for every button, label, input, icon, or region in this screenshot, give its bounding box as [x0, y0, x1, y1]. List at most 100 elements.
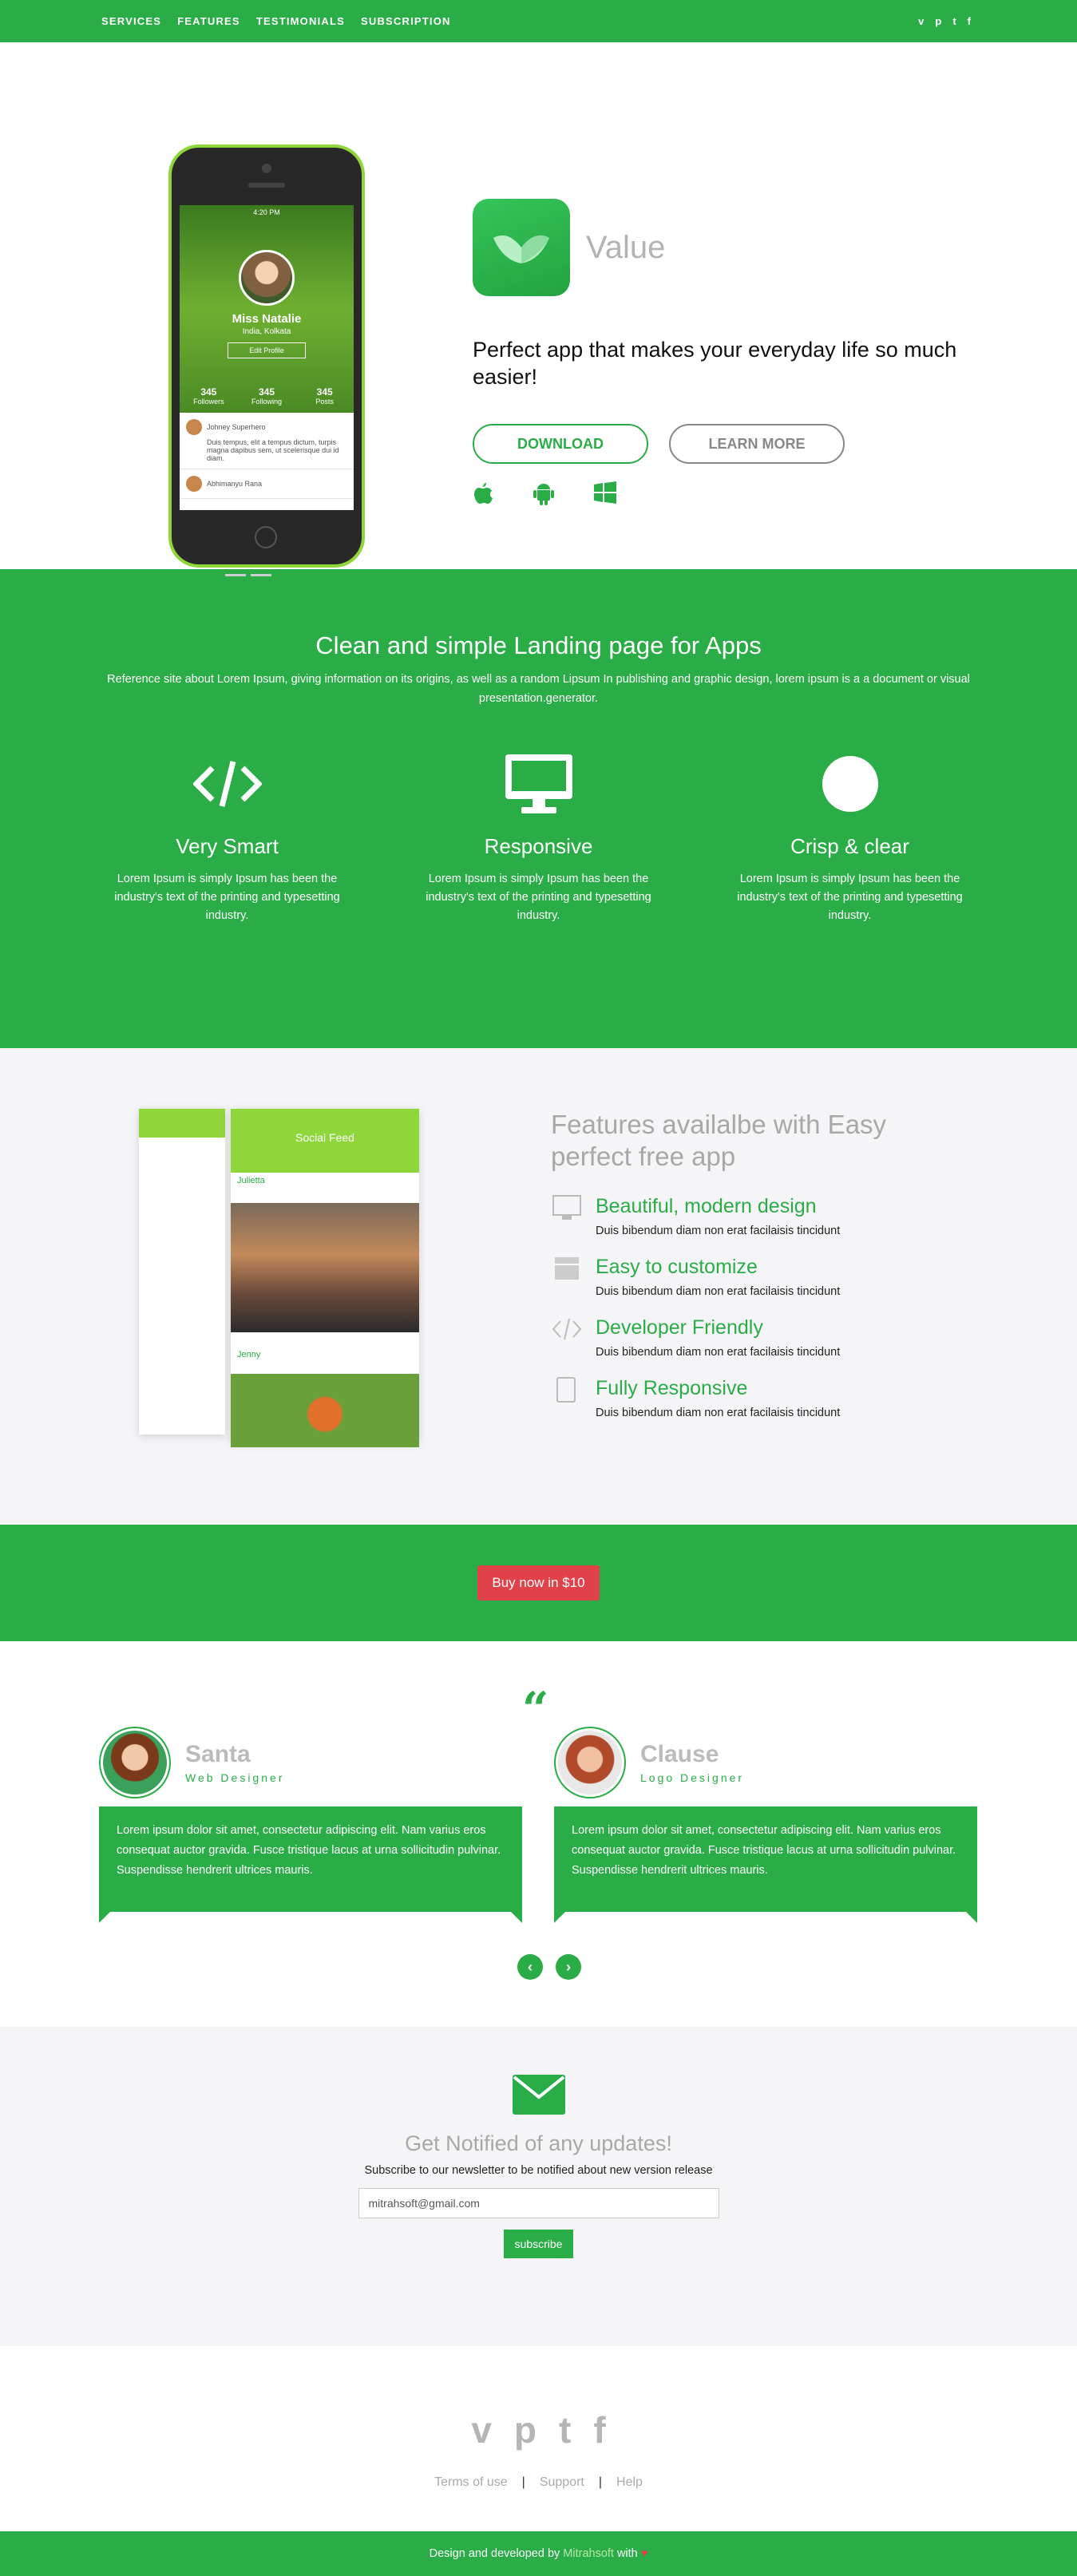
profile-avatar: [239, 250, 295, 306]
testimonials-section: “ Santa Web Designer Lorem ipsum dolor si…: [0, 1641, 1077, 2027]
social-feed-mockup: Social Feed Julietta Jenny: [231, 1109, 419, 1447]
mock-title: Social Feed: [231, 1109, 419, 1173]
phone-mockup: 4:20 PM Miss Natalie India, Kolkata Edit…: [168, 144, 365, 568]
features-title: Clean and simple Landing page for Apps: [315, 631, 762, 659]
feature-item: Fully Responsive Duis bibendum diam non e…: [551, 1377, 934, 1419]
windows-icon[interactable]: [594, 481, 616, 511]
feature-text: Lorem Ipsum is simply Ipsum has been the…: [426, 873, 651, 922]
testimonial-name: Clause: [640, 1741, 719, 1767]
testimonial-card: Santa Web Designer Lorem ipsum dolor sit …: [99, 1724, 522, 1923]
stat-posts: 345 Posts: [315, 386, 334, 406]
feature-responsive: Responsive Lorem Ipsum is simply Ipsum h…: [407, 748, 671, 925]
feed-post: Johney Superhero Duis tempus, elit a tem…: [180, 413, 354, 469]
feature-item-title: Developer Friendly: [596, 1316, 763, 1339]
feature-item-text: Duis bibendum diam non erat facilaisis t…: [596, 1407, 841, 1419]
email-field[interactable]: [358, 2188, 719, 2218]
archive-icon: [551, 1256, 583, 1283]
link-separator: |: [521, 2475, 525, 2489]
nav-features[interactable]: FEATURES: [177, 15, 240, 27]
post-avatar: [186, 419, 202, 435]
heart-icon: ♥: [640, 2547, 648, 2560]
newsletter-title: Get Notified of any updates!: [405, 2131, 672, 2155]
testimonial-card: Clause Logo Designer Lorem ipsum dolor si…: [554, 1724, 977, 1923]
phone-screen: 4:20 PM Miss Natalie India, Kolkata Edit…: [180, 205, 354, 510]
feature-title: Responsive: [484, 834, 593, 858]
stat-following: 345 Following: [251, 386, 283, 406]
hero-section: 4:20 PM Miss Natalie India, Kolkata Edit…: [0, 42, 1077, 579]
mountain-image: [231, 1203, 419, 1332]
prev-arrow-icon[interactable]: ‹: [517, 1954, 543, 1980]
feature-text: Lorem Ipsum is simply Ipsum has been the…: [114, 873, 340, 922]
features-section: Clean and simple Landing page for Apps R…: [0, 569, 1077, 1048]
brand-link[interactable]: Mitrahsoft: [563, 2547, 614, 2560]
avatar: [554, 1727, 626, 1798]
support-link[interactable]: Support: [540, 2475, 584, 2489]
monitor-icon: [407, 748, 671, 820]
nav-menu: SERVICES FEATURES TESTIMONIALS SUBSCRIPT…: [101, 15, 451, 27]
link-separator: |: [598, 2475, 603, 2489]
profile-location: India, Kolkata: [242, 327, 291, 336]
phone-home-button: [255, 526, 277, 548]
feature-smart: Very Smart Lorem Ipsum is simply Ipsum h…: [96, 748, 359, 925]
pinterest-icon[interactable]: p: [514, 2408, 537, 2451]
feed-post: Abhimanyu Rana: [180, 469, 354, 499]
feature-item: Easy to customize Duis bibendum diam non …: [551, 1256, 934, 1298]
help-link[interactable]: Help: [616, 2475, 643, 2489]
testimonial-role: Logo Designer: [640, 1771, 745, 1784]
testimonial-text: Lorem ipsum dolor sit amet, consectetur …: [554, 1806, 977, 1923]
features-lead: Reference site about Lorem Ipsum, giving…: [107, 673, 970, 705]
app-features-title: Features availalbe with Easy perfect fre…: [551, 1110, 887, 1171]
buy-button[interactable]: Buy now in $10: [477, 1565, 600, 1601]
learn-more-button[interactable]: LEARN MORE: [669, 424, 845, 464]
desktop-icon: [551, 1195, 583, 1222]
twitter-icon[interactable]: t: [952, 15, 956, 27]
code-icon: [96, 748, 359, 820]
feature-item-title: Beautiful, modern design: [596, 1195, 817, 1217]
edit-profile-button: Edit Profile: [228, 342, 306, 358]
apple-icon[interactable]: [473, 481, 493, 511]
feature-text: Lorem Ipsum is simply Ipsum has been the…: [737, 873, 963, 922]
avatar: [99, 1727, 171, 1798]
slider-dots[interactable]: [212, 571, 271, 579]
app-features-section: Social Feed Julietta Jenny Features avai…: [0, 1048, 1077, 1525]
next-arrow-icon[interactable]: ›: [556, 1954, 581, 1980]
download-button[interactable]: DOWNLOAD: [473, 424, 648, 464]
android-icon[interactable]: [533, 481, 554, 511]
feature-item-title: Easy to customize: [596, 1256, 758, 1278]
facebook-icon[interactable]: f: [593, 2408, 605, 2451]
hero-tagline: Perfect app that makes your everyday lif…: [473, 338, 957, 389]
feature-item-text: Duis bibendum diam non erat facilaisis t…: [596, 1285, 841, 1298]
subscribe-button[interactable]: subscribe: [503, 2230, 574, 2258]
app-name: Value: [586, 229, 666, 265]
top-nav: SERVICES FEATURES TESTIMONIALS SUBSCRIPT…: [0, 0, 1077, 42]
code-icon: [551, 1316, 583, 1343]
testimonial-name: Santa: [185, 1741, 251, 1767]
pinterest-icon[interactable]: p: [935, 15, 941, 27]
nav-subscription[interactable]: SUBSCRIPTION: [361, 15, 451, 27]
footer: v p t f Terms of use | Support | Help: [0, 2346, 1077, 2531]
feature-item: Beautiful, modern design Duis bibendum di…: [551, 1195, 934, 1237]
bird-image: [231, 1374, 419, 1447]
feature-item: Developer Friendly Duis bibendum diam non…: [551, 1316, 934, 1359]
testimonial-text: Lorem ipsum dolor sit amet, consectetur …: [99, 1806, 522, 1923]
nav-testimonials[interactable]: TESTIMONIALS: [256, 15, 345, 27]
app-logo: Value: [473, 199, 665, 296]
phone-speaker: [248, 183, 285, 188]
terms-link[interactable]: Terms of use: [434, 2475, 508, 2489]
vimeo-icon[interactable]: v: [471, 2408, 492, 2451]
post-user: Johney Superhero: [207, 423, 266, 431]
circle-icon: [719, 748, 982, 820]
nav-services[interactable]: SERVICES: [101, 15, 161, 27]
twitter-icon[interactable]: t: [559, 2408, 571, 2451]
profile-header: 4:20 PM Miss Natalie India, Kolkata Edit…: [180, 205, 354, 413]
nav-social: v p t f: [918, 15, 971, 27]
newsletter-subtitle: Subscribe to our newsletter to be notifi…: [364, 2164, 713, 2177]
feature-item-text: Duis bibendum diam non erat facilaisis t…: [596, 1225, 841, 1237]
feature-title: Very Smart: [176, 834, 279, 858]
post-text: Duis tempus, elit a tempus dictum, turpi…: [207, 438, 339, 462]
profile-name: Miss Natalie: [232, 312, 302, 326]
facebook-icon[interactable]: f: [968, 15, 971, 27]
feature-title: Crisp & clear: [790, 834, 909, 858]
vimeo-icon[interactable]: v: [918, 15, 924, 27]
tablet-icon: [551, 1377, 583, 1404]
